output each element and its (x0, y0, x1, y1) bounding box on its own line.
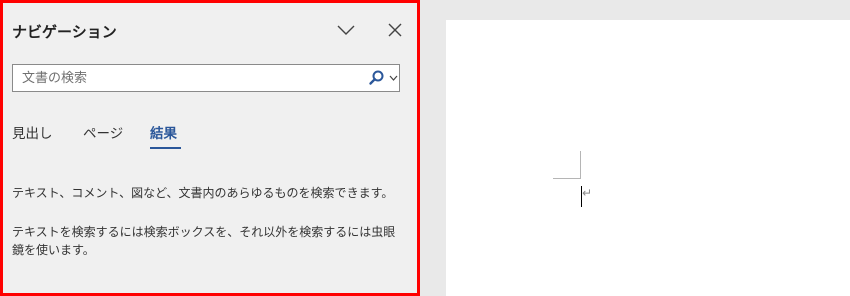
dropdown-arrow-icon (389, 75, 398, 81)
chevron-down-icon (337, 25, 355, 35)
search-box (12, 64, 400, 92)
tab-results[interactable]: 結果 (150, 122, 177, 142)
paragraph-mark: ↵ (582, 186, 593, 200)
results-hint-text: テキスト、コメント、図など、文書内のあらゆるものを検索できます。 (12, 186, 394, 200)
pane-options-button[interactable] (335, 19, 357, 41)
tab-headings[interactable]: 見出し (12, 122, 53, 142)
search-icon (369, 70, 384, 85)
margin-corner-mark (553, 178, 581, 179)
search-input[interactable] (13, 65, 358, 91)
margin-corner-mark (580, 151, 581, 179)
pane-title: ナビゲーション (12, 23, 117, 41)
close-pane-button[interactable] (384, 19, 406, 41)
document-page[interactable]: ↵ (446, 20, 850, 296)
tab-pages[interactable]: ページ (83, 122, 123, 142)
close-icon (388, 23, 402, 37)
search-hint-text: テキストを検索するには検索ボックスを、それ以外を検索するには虫眼鏡を使います。 (12, 225, 396, 257)
navigation-pane: ナビゲーション 見出し ページ 結果 テキスト、コメント、図など、文書内のあらゆ… (0, 0, 420, 296)
selected-tab-indicator (150, 147, 181, 149)
search-options-button[interactable] (368, 68, 398, 88)
